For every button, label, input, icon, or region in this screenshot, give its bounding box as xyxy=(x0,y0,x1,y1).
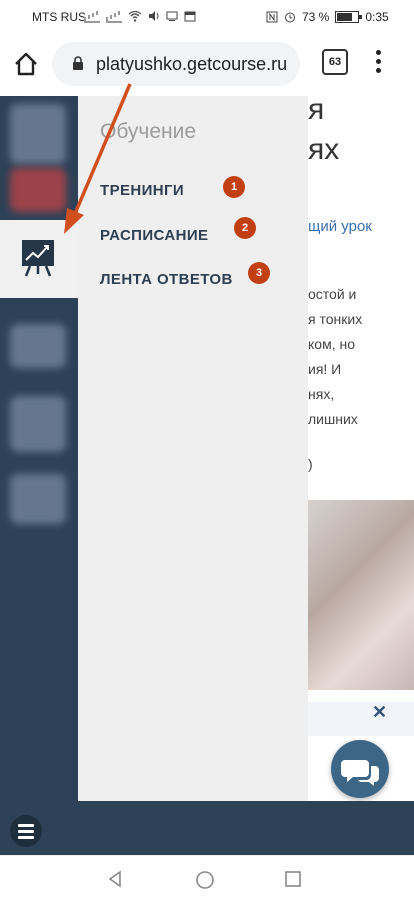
back-icon[interactable] xyxy=(106,870,124,888)
recents-icon[interactable] xyxy=(284,870,302,888)
bottom-bar xyxy=(0,801,414,855)
chat-bubbles-icon xyxy=(341,760,379,786)
chat-button[interactable] xyxy=(331,740,389,798)
home-nav-icon[interactable] xyxy=(195,870,215,890)
system-navigation-bar xyxy=(0,855,414,901)
hamburger-menu-button[interactable] xyxy=(10,815,42,847)
